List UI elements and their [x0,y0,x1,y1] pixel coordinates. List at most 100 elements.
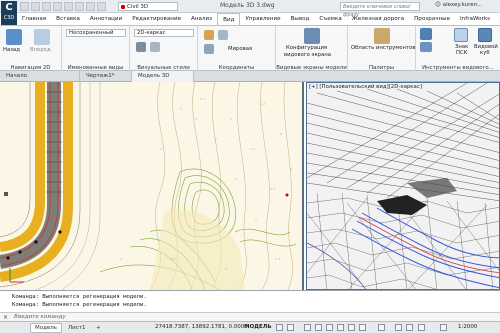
osnap-icon[interactable] [326,324,333,331]
ucs-icon-plan [6,264,28,288]
named-view-dropdown[interactable]: Несохраненный [66,29,126,37]
ribbon-tab[interactable]: Вставка [51,13,85,25]
cursor-coordinates: 27418.7387, 13892.1781, 0.0000 [155,324,248,330]
svg-text:˄ ˄: ˄ ˄ [200,98,205,103]
ucs-toggle-label-2[interactable]: ПСК [456,50,467,56]
ribbon-tab[interactable]: Прозрачные [409,13,455,25]
viewport-3d[interactable]: [+] [Пользовательский вид][2D-каркас] [306,82,500,290]
ribbon-tab[interactable]: Управление [240,13,285,25]
ucs-world-label[interactable]: Мировая [228,46,252,52]
ribbon-tab[interactable]: Аннотации [85,13,127,25]
plot-icon[interactable] [64,2,73,11]
svg-text:˄: ˄ [160,148,162,153]
forward-arrow-icon[interactable] [34,29,50,45]
svg-text:˄: ˄ [180,108,182,113]
ribbon-panel: Назад Вперед Навигация 2D Несохраненный … [0,25,500,72]
user-account[interactable]: alexey.kuren... [435,2,483,8]
command-prompt[interactable]: Введите команду [14,314,66,320]
panel-viewport-tools: Знак ПСК Видовой куб Инструменты видовог… [416,26,500,72]
status-bar: Модель Лист1 + 27418.7387, 13892.1781, 0… [0,321,500,333]
layout-icon[interactable] [420,28,432,40]
annotation-visibility-icon[interactable] [395,324,402,331]
ribbon-tab-bar: Главная Вставка Аннотации Редактирование… [17,13,495,25]
viewport-config-line1[interactable]: Конфигурация [286,45,327,51]
viewport-plan[interactable]: ˄ ˄ ˄ ˄ ˄ ˄ ˄ ˄ ˄ ˄ ˄ ˄ ˄ ˄ ˄ ˄ ˄ ˄ ˄ ˄ ˄ ˄ ˄ [0,82,304,290]
panel-named-views: Несохраненный Именованные виды [62,26,130,72]
visual-style-dropdown[interactable]: 2D-каркас [134,29,194,37]
ribbon-tab[interactable]: Редактирование [127,13,186,25]
otrack-icon[interactable] [337,324,344,331]
svg-text:˄ ˄: ˄ ˄ [250,148,255,153]
svg-text:˄: ˄ [235,178,237,183]
grid-icon[interactable] [276,324,283,331]
layout-alt-icon[interactable] [420,42,432,52]
ribbon-tab[interactable]: Железная дорога [347,13,409,25]
auto-scale-icon[interactable] [406,324,413,331]
svg-text:˄: ˄ [120,258,122,263]
annotation-scale[interactable]: 1:2000 [458,324,477,330]
visual-style-icon[interactable] [136,42,146,52]
doc-tab-label: Начало [6,73,28,79]
close-icon[interactable]: ✕ [3,314,8,321]
save-icon[interactable] [42,2,51,11]
command-history-line: Команда: Выполняется регенерация модели. [12,302,147,308]
workspace-dropdown[interactable]: Civil 3D [118,2,178,11]
ribbon-tab[interactable]: Главная [17,13,51,25]
annotation-scale-icon[interactable] [440,324,447,331]
viewport-label[interactable]: [+] [Пользовательский вид][2D-каркас] [309,84,422,90]
ribbon-tab-active[interactable]: Вид [217,13,241,25]
ucs-icon[interactable] [204,30,214,40]
ribbon-tab[interactable]: Вывод [286,13,315,25]
workspace-switch-icon[interactable] [418,324,425,331]
panel-model-viewports: Конфигурация видового экрана Видовые экр… [276,26,348,72]
document-title: Модель 3D 3.dwg [220,2,275,9]
model-space-toggle[interactable]: МОДЕЛЬ [244,324,272,330]
viewport-config-icon[interactable] [304,28,320,44]
doc-tab-start[interactable]: Начало [0,71,80,82]
svg-text:˄ ˄: ˄ ˄ [260,103,265,108]
tool-palettes-icon[interactable] [374,28,390,44]
lineweight-icon[interactable] [348,324,355,331]
svg-text:˄: ˄ [280,133,282,138]
ucs-toggle-icon[interactable] [454,28,468,42]
command-window: Команда: Выполняется регенерация модели.… [0,290,500,322]
transparency-icon[interactable] [359,324,366,331]
panel-coordinates: Мировая Координаты [198,26,276,72]
search-input[interactable]: Введите ключевое слово/фразу [340,2,420,18]
svg-text:˄ ˄: ˄ ˄ [270,188,275,193]
doc-tab-drawing1[interactable]: Чертеж1* [80,71,132,82]
svg-text:˄: ˄ [215,138,217,143]
app-menu-button[interactable]: C C3D [1,1,17,25]
svg-text:˄: ˄ [195,118,197,123]
snap-icon[interactable] [287,324,294,331]
layout-tab-sheet1[interactable]: Лист1 [64,323,89,333]
open-icon[interactable] [31,2,40,11]
ribbon-tab[interactable]: InfraWorks [455,13,495,25]
ucs-world-icon[interactable] [218,30,228,40]
shade-icon[interactable] [150,42,160,52]
back-button[interactable]: Назад [3,47,20,53]
forward-button[interactable]: Вперед [30,47,51,53]
new-icon[interactable] [20,2,29,11]
layout-tab-model[interactable]: Модель [30,323,63,333]
svg-text:˄ ˄: ˄ ˄ [275,258,280,263]
save-as-icon[interactable] [53,2,62,11]
doc-tab-model3d[interactable]: Модель 3D 3*× [132,71,194,89]
viewcube-label-2[interactable]: куб [480,50,490,56]
viewport-config-line2[interactable]: видового экрана [284,52,331,58]
tool-palettes-button[interactable]: Область инструментов [351,45,415,51]
ribbon-tab[interactable]: Анализ [186,13,217,25]
ortho-icon[interactable] [304,324,311,331]
panel-palettes: Область инструментов Палитры [348,26,416,72]
ribbon-tab[interactable]: Съемка [314,13,346,25]
viewcube-toggle-icon[interactable] [478,28,492,42]
svg-text:˄: ˄ [255,218,257,223]
back-arrow-icon[interactable] [6,29,22,45]
undo-icon[interactable] [75,2,84,11]
add-layout-button[interactable]: + [92,323,105,333]
more-icon[interactable] [97,2,106,11]
selection-cycling-icon[interactable] [378,324,385,331]
redo-icon[interactable] [86,2,95,11]
ucs-named-icon[interactable] [204,44,214,54]
polar-icon[interactable] [315,324,322,331]
